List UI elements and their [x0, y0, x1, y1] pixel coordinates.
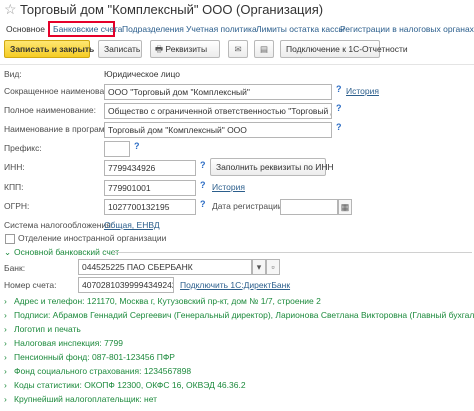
chevron-right-icon: › [4, 366, 7, 376]
group-large-taxpayer[interactable]: › Крупнейший налогоплательщик: нет [4, 394, 157, 404]
email-button[interactable]: ✉ [228, 40, 248, 58]
chevron-right-icon: › [4, 352, 7, 362]
short-name-help-icon[interactable]: ? [336, 84, 342, 94]
ogrn-help-icon[interactable]: ? [200, 199, 206, 209]
requisites-label: Реквизиты [165, 44, 208, 54]
inn-help-icon[interactable]: ? [200, 160, 206, 170]
group-logo-label: Логотип и печать [14, 324, 81, 334]
save-button[interactable]: Записать [98, 40, 142, 58]
bank-dropdown-icon[interactable]: ▾ [252, 259, 266, 275]
tab-tax-registrations[interactable]: Регистрации в налоговых органах [340, 24, 474, 34]
document-button[interactable]: ▤ [254, 40, 274, 58]
program-name-label: Наименование в программе: [4, 124, 118, 134]
chevron-right-icon: › [4, 324, 7, 334]
tab-main[interactable]: Основное [6, 24, 45, 34]
group-signatures-label: Подписи: Абрамов Геннадий Сергеевич (Ген… [14, 310, 474, 320]
star-icon[interactable]: ☆ [4, 1, 17, 17]
prefix-input[interactable] [104, 141, 130, 157]
ogrn-label: ОГРН: [4, 201, 30, 211]
chevron-right-icon: › [4, 310, 7, 320]
group-pension-fund[interactable]: › Пенсионный фонд: 087-801-123456 ПФР [4, 352, 175, 362]
window-title: Торговый дом "Комплексный" ООО (Организа… [20, 2, 324, 17]
prefix-label: Префикс: [4, 143, 42, 153]
foreign-branch-label: Отделение иностранной организации [18, 233, 167, 243]
program-name-help-icon[interactable]: ? [336, 122, 342, 132]
kpp-label: КПП: [4, 182, 24, 192]
tab-bank-accounts[interactable]: Банковские счета [53, 24, 122, 34]
prefix-help-icon[interactable]: ? [134, 141, 140, 151]
tabs-bar: Основное Банковские счета Подразделения … [0, 21, 474, 37]
inn-label: ИНН: [4, 162, 25, 172]
group-address-label: Адрес и телефон: 121170, Москва г, Кутуз… [14, 296, 321, 306]
chevron-right-icon: › [4, 296, 7, 306]
ogrn-input[interactable]: 1027700132195 [104, 199, 196, 215]
envelope-icon: ✉ [234, 44, 242, 54]
bank-label: Банк: [4, 263, 26, 273]
kpp-history-link[interactable]: История [212, 182, 245, 192]
group-stat-codes[interactable]: › Коды статистики: ОКОПФ 12300, ОКФС 16, … [4, 380, 246, 390]
chevron-right-icon: › [4, 338, 7, 348]
full-name-label: Полное наименование: [4, 105, 96, 115]
account-input[interactable]: 40702810399994349242 [78, 277, 174, 293]
bank-section-divider [112, 252, 472, 253]
calendar-icon[interactable]: ▦ [338, 199, 352, 215]
bank-section-title: Основной банковский счет [14, 247, 120, 257]
tab-departments[interactable]: Подразделения [122, 24, 184, 34]
short-name-history-link[interactable]: История [346, 86, 379, 96]
group-stat-codes-label: Коды статистики: ОКОПФ 12300, ОКФС 16, О… [14, 380, 246, 390]
printer-icon: 🖶 [155, 44, 164, 54]
reg-date-label: Дата регистрации: [212, 201, 285, 211]
save-close-button[interactable]: Записать и закрыть [4, 40, 94, 58]
group-tax-office-label: Налоговая инспекция: 7799 [14, 338, 123, 348]
kpp-input[interactable]: 779901001 [104, 180, 196, 196]
kind-value: Юридическое лицо [104, 69, 181, 79]
chevron-right-icon: › [4, 394, 7, 404]
bank-open-icon[interactable]: ▫ [266, 259, 280, 275]
bank-section-toggle[interactable]: ⌄ Основной банковский счет [4, 247, 119, 258]
group-social-fund[interactable]: › Фонд социального страхования: 123456789… [4, 366, 191, 376]
chevron-right-icon: › [4, 380, 7, 390]
connect-reporting-button[interactable]: Подключение к 1С-Отчетности [280, 40, 408, 58]
direct-bank-link[interactable]: Подключить 1С:ДиректБанк [180, 280, 290, 290]
toolbar: Записать и закрыть Записать 🖶 Реквизиты … [0, 40, 474, 62]
group-logo[interactable]: › Логотип и печать [4, 324, 81, 334]
tax-system-label: Система налогообложения: [4, 220, 114, 230]
group-address[interactable]: › Адрес и телефон: 121170, Москва г, Куту… [4, 296, 321, 306]
tax-system-link[interactable]: Общая, ЕНВД [104, 220, 160, 230]
group-signatures[interactable]: › Подписи: Абрамов Геннадий Сергеевич (Ге… [4, 310, 474, 320]
program-name-input[interactable]: Торговый дом "Комплексный" ООО [104, 122, 332, 138]
group-social-fund-label: Фонд социального страхования: 1234567898 [14, 366, 192, 376]
account-label: Номер счета: [4, 280, 57, 290]
kind-label: Вид: [4, 69, 22, 79]
requisites-button[interactable]: 🖶 Реквизиты [150, 40, 220, 58]
tab-accounting-policy[interactable]: Учетная политика [186, 24, 257, 34]
inn-input[interactable]: 7799434926 [104, 160, 196, 176]
chevron-down-icon: ⌄ [4, 247, 12, 257]
full-name-input[interactable]: Общество с ограниченной ответственностью… [104, 103, 332, 119]
reg-date-input[interactable] [280, 199, 338, 215]
foreign-branch-checkbox[interactable] [5, 234, 15, 244]
group-large-taxpayer-label: Крупнейший налогоплательщик: нет [14, 394, 158, 404]
toolbar-divider [0, 64, 474, 65]
short-name-input[interactable]: ООО "Торговый дом "Комплексный" [104, 84, 332, 100]
group-pension-fund-label: Пенсионный фонд: 087-801-123456 ПФР [14, 352, 175, 362]
document-icon: ▤ [259, 44, 269, 54]
fill-by-inn-button[interactable]: Заполнить реквизиты по ИНН [210, 158, 334, 176]
title-bar: ☆ Торговый дом "Комплексный" ООО (Органи… [0, 0, 474, 20]
full-name-help-icon[interactable]: ? [336, 103, 342, 113]
group-tax-office[interactable]: › Налоговая инспекция: 7799 [4, 338, 123, 348]
kpp-help-icon[interactable]: ? [200, 180, 206, 190]
bank-input[interactable]: 044525225 ПАО СБЕРБАНК [78, 259, 252, 275]
tab-cash-limits[interactable]: Лимиты остатка кассы [256, 24, 345, 34]
